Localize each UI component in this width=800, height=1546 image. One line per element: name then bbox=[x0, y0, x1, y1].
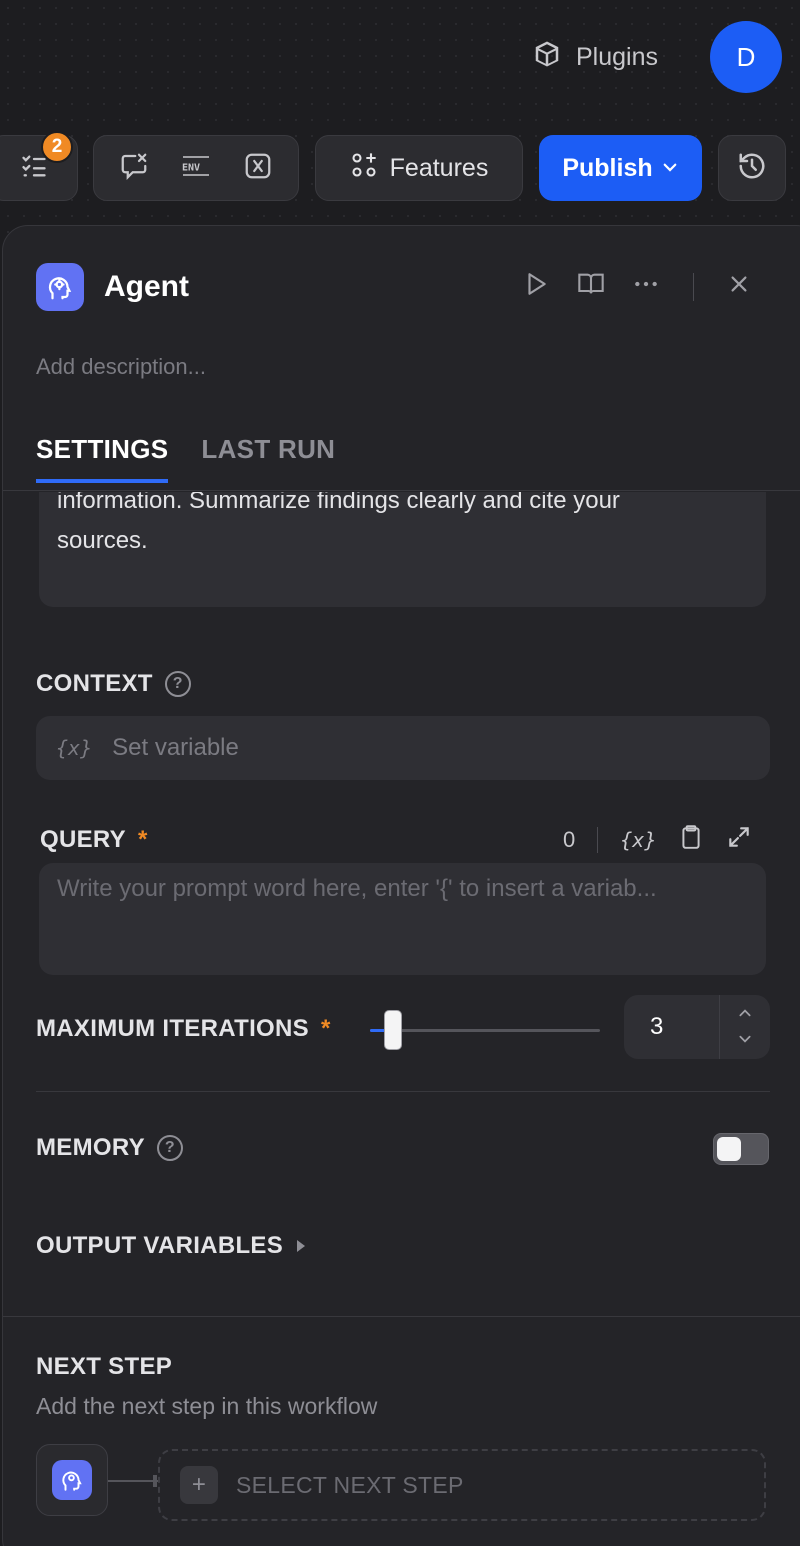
memory-label: MEMORY ? bbox=[36, 1134, 183, 1162]
tab-divider bbox=[3, 490, 800, 491]
features-label: Features bbox=[389, 153, 489, 182]
plus-icon: + bbox=[180, 1466, 218, 1504]
section-divider bbox=[36, 1091, 770, 1092]
context-label-text: CONTEXT bbox=[36, 670, 153, 697]
variable-icon: {x} bbox=[56, 736, 93, 760]
connector-line bbox=[108, 1480, 158, 1482]
tab-last-run[interactable]: LAST RUN bbox=[201, 434, 335, 483]
variable-icon[interactable] bbox=[243, 151, 273, 186]
connector-handle bbox=[153, 1475, 157, 1487]
history-icon bbox=[737, 151, 767, 186]
instruction-line: information. Summarize findings clearly … bbox=[57, 492, 620, 514]
agent-icon bbox=[36, 263, 84, 311]
section-divider bbox=[3, 1316, 800, 1317]
iterations-value[interactable]: 3 bbox=[624, 995, 720, 1059]
chevron-up-icon[interactable] bbox=[738, 1005, 752, 1023]
char-count: 0 bbox=[563, 827, 576, 852]
output-variables-label-text: OUTPUT VARIABLES bbox=[36, 1232, 284, 1259]
top-bar: Plugins D bbox=[0, 0, 800, 115]
book-icon[interactable] bbox=[577, 270, 605, 303]
agent-icon bbox=[52, 1460, 92, 1500]
max-iterations-label-text: MAXIMUM ITERATIONS bbox=[36, 1015, 309, 1042]
variables-group: ENV bbox=[93, 135, 299, 201]
required-mark: * bbox=[137, 826, 148, 853]
tab-settings[interactable]: SETTINGS bbox=[36, 434, 169, 483]
instruction-line: sources. bbox=[57, 527, 148, 554]
context-placeholder: Set variable bbox=[112, 734, 239, 761]
description-input[interactable]: Add description... bbox=[36, 354, 206, 380]
context-variable-input[interactable]: {x} Set variable bbox=[36, 716, 770, 780]
iterations-slider[interactable] bbox=[370, 1010, 600, 1050]
help-icon[interactable]: ? bbox=[156, 1135, 183, 1161]
output-variables-label[interactable]: OUTPUT VARIABLES bbox=[36, 1232, 307, 1260]
caret-right-icon bbox=[295, 1232, 307, 1260]
expand-icon[interactable] bbox=[726, 824, 752, 856]
toggle-knob bbox=[717, 1137, 741, 1161]
more-icon[interactable] bbox=[633, 271, 659, 302]
close-icon[interactable] bbox=[728, 273, 750, 300]
memory-label-text: MEMORY bbox=[36, 1134, 145, 1161]
insert-variable-icon[interactable]: {x} bbox=[620, 828, 656, 852]
checklist-button[interactable]: 2 bbox=[0, 131, 78, 201]
help-icon[interactable]: ? bbox=[164, 671, 191, 697]
node-actions bbox=[523, 270, 750, 303]
required-mark: * bbox=[320, 1015, 331, 1042]
cube-icon bbox=[532, 39, 562, 76]
query-label-text: QUERY bbox=[40, 826, 126, 853]
node-header: Agent bbox=[36, 263, 189, 311]
instruction-editor[interactable]: information. Summarize findings clearly … bbox=[39, 492, 766, 607]
next-step-title-text: NEXT STEP bbox=[36, 1353, 173, 1380]
query-tools: 0 {x} bbox=[563, 823, 752, 857]
node-tabs: SETTINGS LAST RUN bbox=[36, 434, 335, 483]
next-step-title: NEXT STEP bbox=[36, 1353, 172, 1381]
node-settings-panel: Agent Add description... SETTINGS LAST R… bbox=[2, 225, 800, 1546]
publish-button[interactable]: Publish bbox=[539, 135, 702, 201]
memory-toggle[interactable] bbox=[713, 1133, 769, 1165]
select-next-step-label: SELECT NEXT STEP bbox=[236, 1471, 464, 1498]
workflow-toolbar: 2 ENV Features Publish bbox=[0, 131, 800, 201]
chevron-down-icon bbox=[661, 154, 679, 183]
instruction-clip: information. Summarize findings clearly … bbox=[3, 492, 800, 612]
publish-label: Publish bbox=[562, 153, 653, 182]
plugins-label: Plugins bbox=[576, 42, 658, 71]
features-button[interactable]: Features bbox=[315, 135, 523, 201]
stepper-arrows bbox=[720, 995, 770, 1059]
chevron-down-icon[interactable] bbox=[738, 1031, 752, 1049]
avatar[interactable]: D bbox=[710, 21, 782, 93]
plugins-button[interactable]: Plugins bbox=[532, 38, 658, 76]
clipboard-icon[interactable] bbox=[678, 823, 704, 857]
iterations-stepper[interactable]: 3 bbox=[624, 995, 770, 1059]
next-step-description: Add the next step in this workflow bbox=[36, 1393, 378, 1419]
slider-track bbox=[370, 1029, 600, 1032]
features-icon bbox=[350, 151, 378, 186]
current-node-block bbox=[36, 1444, 108, 1516]
select-next-step-button[interactable]: + SELECT NEXT STEP bbox=[158, 1449, 766, 1521]
history-button[interactable] bbox=[718, 135, 786, 201]
svg-text:ENV: ENV bbox=[182, 162, 200, 173]
checklist-badge: 2 bbox=[41, 131, 73, 163]
node-title[interactable]: Agent bbox=[104, 270, 189, 304]
query-separator bbox=[597, 827, 599, 853]
query-label: QUERY * bbox=[40, 826, 148, 854]
query-input[interactable]: Write your prompt word here, enter '{' t… bbox=[39, 863, 766, 975]
header-separator bbox=[693, 272, 694, 301]
run-icon[interactable] bbox=[523, 271, 549, 302]
env-icon[interactable]: ENV bbox=[179, 151, 213, 186]
max-iterations-label: MAXIMUM ITERATIONS * bbox=[36, 1015, 331, 1043]
context-label: CONTEXT ? bbox=[36, 670, 191, 698]
chat-variable-icon[interactable] bbox=[119, 151, 149, 186]
slider-thumb[interactable] bbox=[384, 1010, 402, 1050]
